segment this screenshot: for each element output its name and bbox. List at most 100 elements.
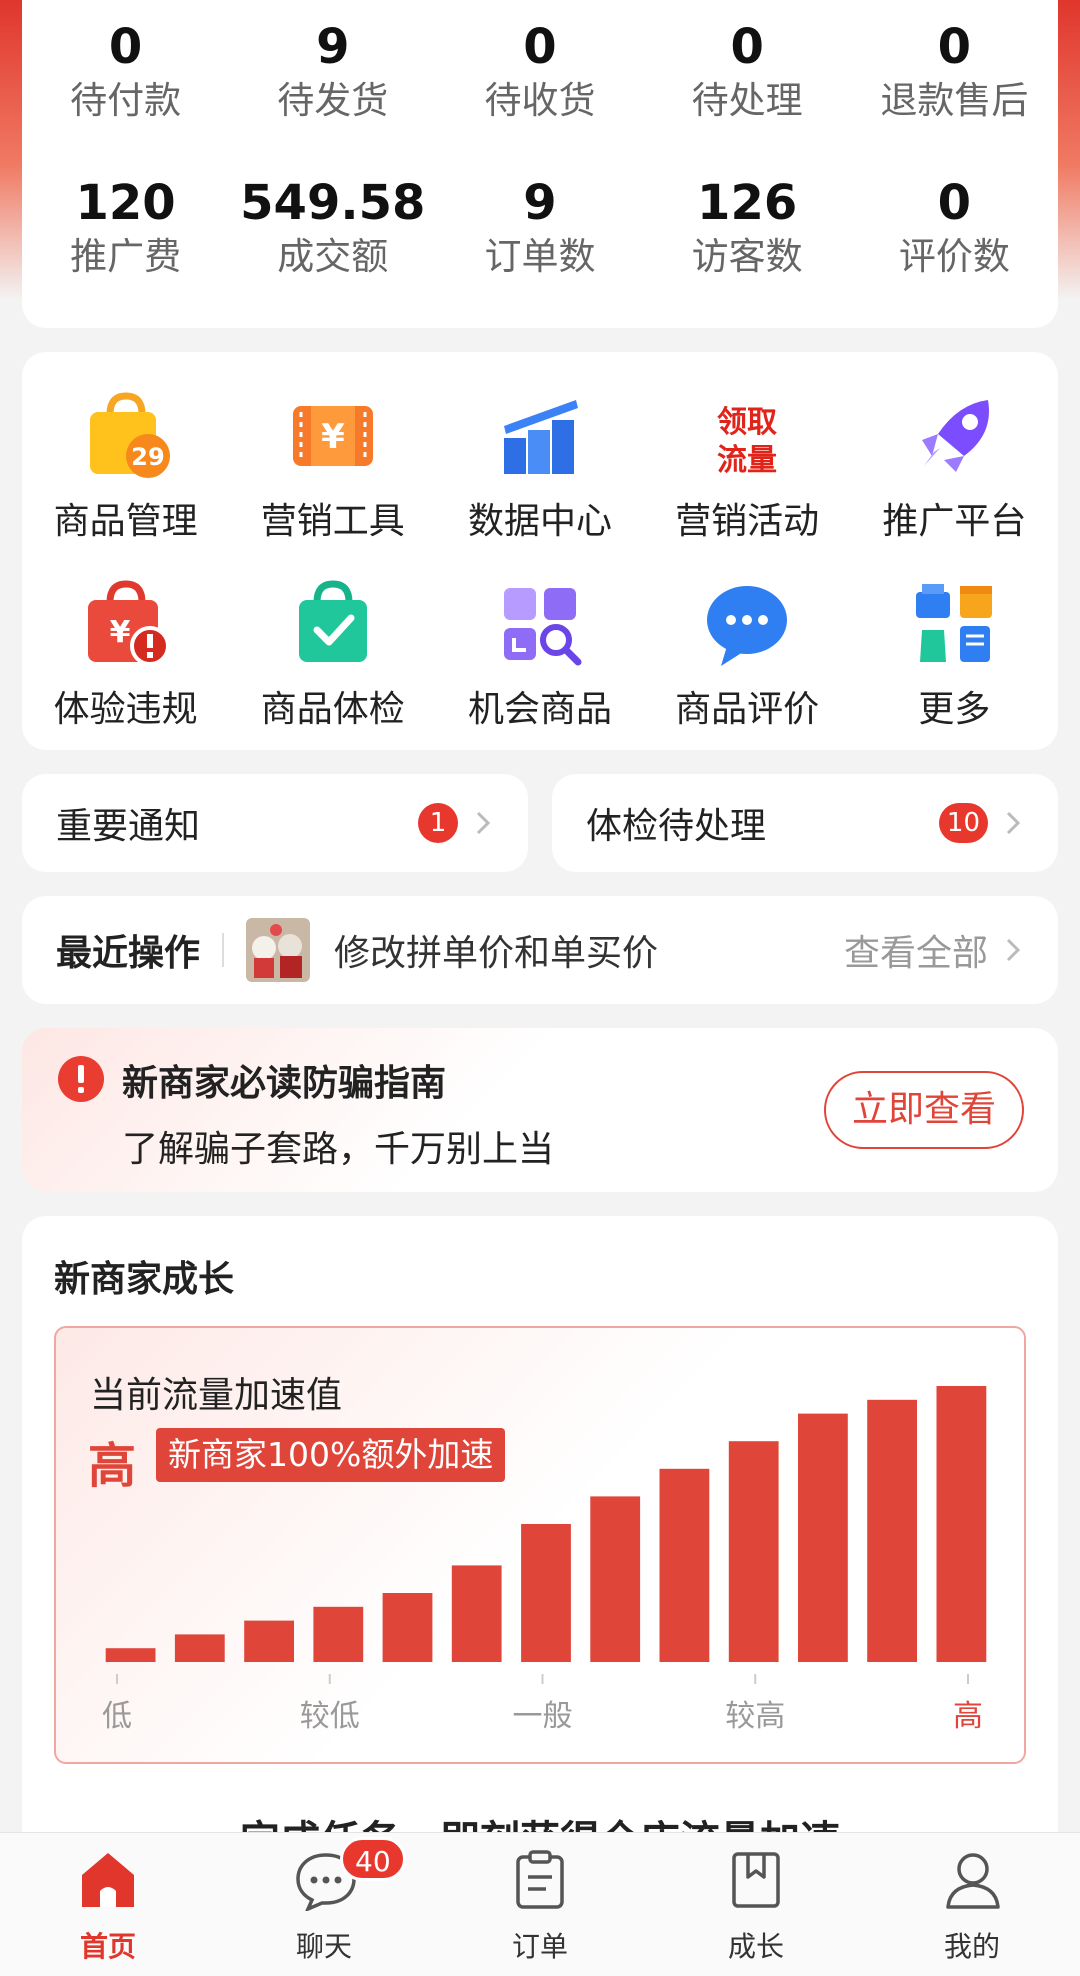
- nav-chat[interactable]: 40 聊天: [216, 1833, 432, 1976]
- tool-more[interactable]: 更多: [851, 574, 1058, 734]
- stat-label: 待收货: [484, 79, 596, 122]
- stat-reviews[interactable]: 0 评价数: [851, 174, 1058, 282]
- nav-me[interactable]: 我的: [864, 1833, 1080, 1976]
- chevron-right-icon: [1006, 811, 1021, 835]
- tool-label: 数据中心: [467, 501, 612, 542]
- tool-opportunity-products[interactable]: 机会商品: [436, 574, 643, 734]
- stat-label: 待发货: [277, 79, 389, 122]
- chart-bar: [798, 1413, 848, 1662]
- chat-bubble-icon: [707, 586, 788, 666]
- stat-label: 待处理: [691, 79, 803, 122]
- nav-label: 成长: [727, 1930, 784, 1963]
- stat-gmv[interactable]: 549.58 成交额: [229, 174, 436, 282]
- tool-experience-violation[interactable]: ¥ 体验违规: [22, 574, 229, 734]
- tool-product-checkup[interactable]: 商品体检: [229, 574, 436, 734]
- chart-bar: [521, 1524, 571, 1662]
- stat-pending-receipt[interactable]: 0 待收货: [436, 18, 643, 126]
- nav-growth[interactable]: 成长: [648, 1833, 864, 1976]
- tool-marketing-tools[interactable]: ¥ 营销工具: [229, 386, 436, 546]
- chart-bar: [936, 1386, 987, 1662]
- nav-label: 订单: [511, 1930, 568, 1963]
- tool-label: 商品管理: [53, 501, 198, 542]
- guide-subtitle: 了解骗子套路，千万别上当: [122, 1129, 555, 1170]
- bar-chart-icon: [503, 400, 578, 474]
- stat-value: 120: [75, 175, 176, 231]
- get-traffic-icon: 领取 流量: [717, 405, 777, 478]
- chart-bar: [659, 1468, 710, 1662]
- product-bag-icon: 29: [89, 392, 170, 478]
- chart-bar: [728, 1441, 779, 1662]
- nav-label: 我的: [943, 1930, 1000, 1963]
- important-notice-card[interactable]: 重要通知 1: [22, 774, 528, 872]
- stat-refund[interactable]: 0 退款售后: [851, 18, 1058, 126]
- stat-label: 推广费: [70, 235, 182, 278]
- rocket-icon: [922, 400, 990, 472]
- tool-label: 商品体检: [260, 689, 405, 730]
- chat-unread-badge: 40: [340, 1837, 406, 1881]
- tool-promotion-platform[interactable]: 推广平台: [851, 386, 1058, 546]
- stat-label: 成交额: [277, 235, 389, 278]
- notice-label: 体检待处理: [586, 806, 767, 847]
- stat-value: 9: [523, 175, 557, 231]
- stat-label: 退款售后: [880, 79, 1029, 122]
- violation-bag-icon: ¥: [87, 580, 170, 666]
- tool-label: 营销工具: [260, 501, 405, 542]
- tool-marketing-activities[interactable]: 领取 流量 营销活动: [644, 386, 851, 546]
- stat-pending-payment[interactable]: 0 待付款: [22, 18, 229, 126]
- clipboard-icon: [516, 1850, 564, 1909]
- tool-data-center[interactable]: 数据中心: [436, 386, 643, 546]
- tools-row: ¥ 体验违规 商品体检 机会商品 商品评价 更多: [22, 574, 1058, 734]
- order-status-row: 0 待付款 9 待发货 0 待收货 0 待处理 0 退款售后: [22, 18, 1058, 126]
- stats-card: 0 待付款 9 待发货 0 待收货 0 待处理 0 退款售后 120 推广费 549.58 成…: [22, 0, 1058, 328]
- tool-label: 更多: [918, 689, 991, 730]
- guide-title: 新商家必读防骗指南: [122, 1063, 447, 1104]
- view-all-link[interactable]: 查看全部: [844, 924, 988, 976]
- stat-value: 549.58: [240, 175, 426, 231]
- chart-bar: [105, 1648, 156, 1662]
- stat-pending-shipment[interactable]: 9 待发货: [229, 18, 436, 126]
- chart-bar: [244, 1620, 294, 1662]
- stat-visitors[interactable]: 126 访客数: [644, 174, 851, 282]
- chart-tick-label: 较高: [725, 1699, 785, 1734]
- stat-orders[interactable]: 9 订单数: [436, 174, 643, 282]
- chart-tick-label: 较低: [300, 1699, 360, 1734]
- checkup-pending-card[interactable]: 体检待处理 10: [552, 774, 1058, 872]
- person-icon: [946, 1853, 1000, 1909]
- tool-product-reviews[interactable]: 商品评价: [644, 574, 851, 734]
- stat-promotion-fee[interactable]: 120 推广费: [22, 174, 229, 282]
- bottom-nav: 首页 40 聊天 订单 成长 我的: [0, 1832, 1080, 1976]
- stat-pending-handling[interactable]: 0 待处理: [644, 18, 851, 126]
- notice-count-badge: 10: [938, 803, 988, 843]
- notice-count-badge: 1: [418, 803, 458, 843]
- tool-product-management[interactable]: 29 商品管理: [22, 386, 229, 546]
- nav-home[interactable]: 首页: [0, 1833, 216, 1976]
- recent-title: 最近操作: [56, 933, 201, 974]
- recent-operations-card[interactable]: 最近操作 修改拼单价和单买价 查看全部: [22, 896, 1058, 1004]
- tool-label: 体验违规: [53, 689, 198, 730]
- view-now-button[interactable]: 立即查看: [824, 1071, 1024, 1149]
- chart-bar: [867, 1399, 917, 1662]
- stat-value: 0: [730, 19, 764, 75]
- chart-tick-label: 低: [102, 1699, 132, 1734]
- notice-label: 重要通知: [56, 806, 201, 847]
- stat-label: 评价数: [898, 235, 1010, 278]
- svg-text:流量: 流量: [717, 443, 777, 478]
- chart-svg: 低 较低 一般 较高 高: [102, 1386, 987, 1734]
- chevron-right-icon: [1006, 938, 1021, 962]
- svg-text:领取: 领取: [717, 405, 777, 440]
- nav-label: 首页: [79, 1930, 136, 1963]
- chart-bar: [174, 1634, 225, 1662]
- tools-card: 29 商品管理 ¥ 营销工具 数据中心 领取 流量 营销活动 推广平台 ¥ 体验…: [22, 352, 1058, 750]
- tools-row: 29 商品管理 ¥ 营销工具 数据中心 领取 流量 营销活动 推广平台: [22, 386, 1058, 546]
- nav-orders[interactable]: 订单: [432, 1833, 648, 1976]
- chart-bar: [590, 1496, 641, 1662]
- stat-value: 9: [316, 19, 350, 75]
- stat-label: 待付款: [70, 79, 182, 122]
- more-apps-icon: [916, 584, 993, 662]
- new-merchant-growth-card: 新商家成长 当前流量加速值 高 新商家100%额外加速 低较低一般较高高 完成任…: [22, 1216, 1058, 1856]
- tool-label: 机会商品: [467, 689, 612, 730]
- anti-fraud-guide-banner[interactable]: 新商家必读防骗指南 了解骗子套路，千万别上当 立即查看: [22, 1028, 1058, 1192]
- tool-label: 商品评价: [675, 689, 820, 730]
- svg-text:29: 29: [131, 443, 164, 471]
- chart-bar: [382, 1593, 433, 1662]
